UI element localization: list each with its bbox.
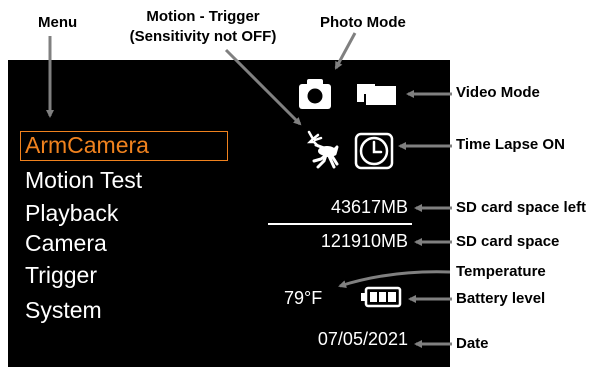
photo-mode-arrow [334, 32, 357, 70]
motion-trigger-arrow [224, 48, 302, 126]
temperature-arrow [338, 270, 451, 288]
annotation-arrows [46, 32, 452, 348]
